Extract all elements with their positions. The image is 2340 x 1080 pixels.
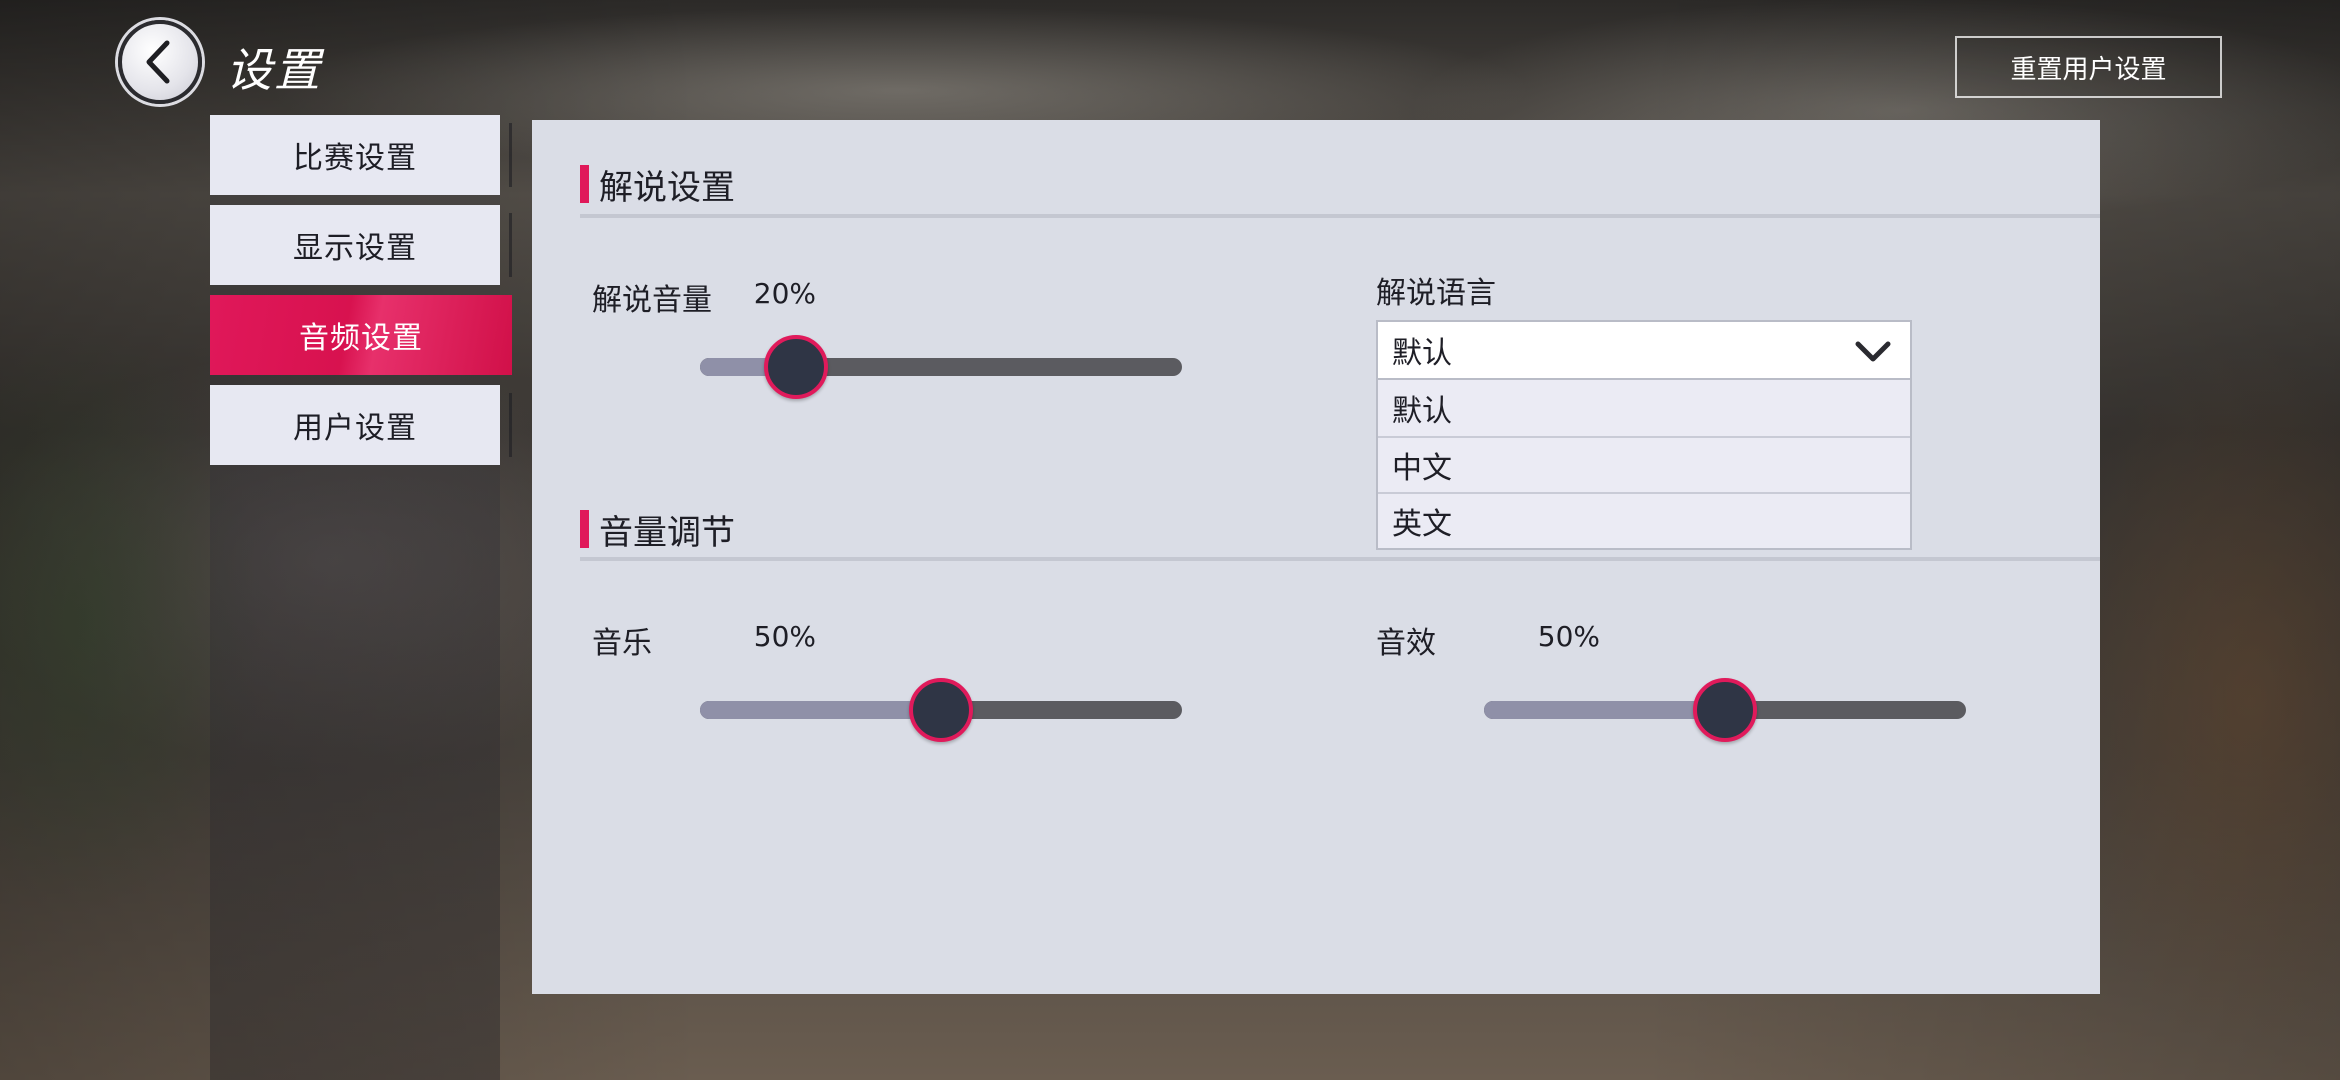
slider-fill <box>700 701 941 719</box>
back-button[interactable] <box>118 20 202 104</box>
sfx-volume-value: 50% <box>1537 620 1600 653</box>
sfx-volume-label: 音效 <box>1376 626 1436 661</box>
slider-knob[interactable] <box>1693 678 1757 742</box>
dropdown-option-chinese[interactable]: 中文 <box>1378 436 1910 492</box>
sidebar-item-audio-settings[interactable]: 音频设置 <box>210 295 512 375</box>
commentary-language-label: 解说语言 <box>1376 276 1496 311</box>
sidebar-item-match-settings[interactable]: 比赛设置 <box>210 115 512 195</box>
sidebar-item-user-settings[interactable]: 用户设置 <box>210 385 512 465</box>
section-title: 音量调节 <box>599 512 735 553</box>
commentary-volume-label: 解说音量 <box>592 283 712 318</box>
chevron-down-icon <box>1855 341 1891 362</box>
commentary-volume-value: 20% <box>753 277 816 310</box>
section-divider <box>580 557 2100 561</box>
commentary-section-header: 解说设置 <box>580 162 735 208</box>
sidebar-item-display-settings[interactable]: 显示设置 <box>210 205 512 285</box>
volume-section-header: 音量调节 <box>580 507 735 553</box>
dropdown-option-default[interactable]: 默认 <box>1378 380 1910 436</box>
slider-knob[interactable] <box>764 335 829 399</box>
section-accent-bar <box>580 510 589 548</box>
dropdown-selected-value: 默认 <box>1392 336 1452 371</box>
slider-knob[interactable] <box>909 678 973 742</box>
dropdown-option-english[interactable]: 英文 <box>1378 492 1910 548</box>
slider-fill <box>1484 701 1725 719</box>
page-title: 设置 <box>226 43 322 97</box>
commentary-language-dropdown[interactable]: 默认 <box>1376 320 1912 380</box>
section-accent-bar <box>580 165 589 203</box>
reset-user-settings-button[interactable]: 重置用户设置 <box>1955 36 2222 98</box>
section-title: 解说设置 <box>599 167 735 208</box>
music-volume-value: 50% <box>753 620 816 653</box>
audio-settings-panel: 解说设置 解说音量 20% 解说语言 音量调节 音乐 50% 音效 50% 默认… <box>532 120 2100 994</box>
music-volume-slider[interactable] <box>700 678 1182 742</box>
chevron-left-icon <box>146 40 170 84</box>
sfx-volume-slider[interactable] <box>1484 678 1966 742</box>
commentary-volume-slider[interactable] <box>700 335 1182 399</box>
music-volume-label: 音乐 <box>592 626 652 661</box>
commentary-language-options: 默认 中文 英文 <box>1376 380 1912 550</box>
section-divider <box>580 214 2100 218</box>
